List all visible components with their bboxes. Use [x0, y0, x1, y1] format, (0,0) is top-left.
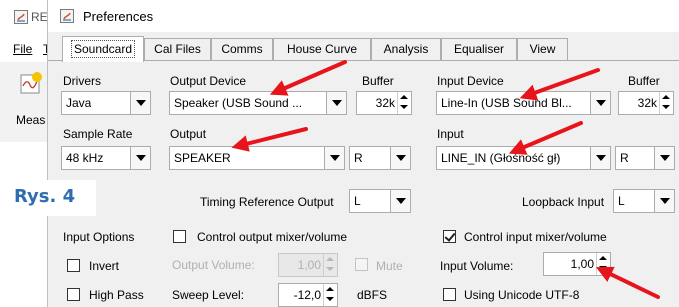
spinner-arrows-icon[interactable] [596, 253, 610, 275]
measure-icon[interactable] [20, 72, 42, 96]
chevron-down-icon[interactable] [390, 147, 410, 169]
measure-toolbar-label: Meas [16, 113, 46, 127]
chevron-down-icon[interactable] [590, 92, 610, 114]
input-volume-spinner[interactable]: 1,00 [543, 252, 611, 276]
output-value: SPEAKER [174, 151, 231, 165]
background-window-title: RE [31, 10, 48, 24]
output-buffer-spinner[interactable]: 32k [356, 91, 412, 115]
input-label: Input [437, 127, 464, 141]
spinner-arrows-icon[interactable] [659, 92, 673, 114]
tab-view[interactable]: View [517, 38, 568, 60]
chevron-down-icon[interactable] [654, 147, 674, 169]
sample-rate-select[interactable]: 48 kHz [61, 146, 151, 170]
input-options-label: Input Options [63, 230, 135, 244]
input-device-value: Line-In (USB Sound Bl... [441, 96, 572, 110]
tab-analysis[interactable]: Analysis [371, 38, 441, 60]
chevron-down-icon[interactable] [324, 147, 344, 169]
loopback-input-label: Loopback Input [522, 195, 605, 209]
output-device-select[interactable]: Speaker (USB Sound ... [169, 91, 347, 115]
preferences-window: Preferences Soundcard Cal Files Comms Ho… [47, 0, 679, 307]
output-channel-select[interactable]: R [349, 146, 411, 170]
timing-reference-value: L [354, 194, 361, 208]
input-device-label: Input Device [437, 74, 504, 88]
chevron-down-icon[interactable] [130, 92, 150, 114]
output-volume-label: Output Volume: [172, 258, 255, 272]
input-volume-label: Input Volume: [440, 259, 514, 273]
chevron-down-icon[interactable] [654, 190, 674, 212]
menu-file[interactable]: File [13, 42, 32, 56]
high-pass-checkbox[interactable] [67, 288, 80, 301]
unicode-checkbox[interactable] [443, 288, 456, 301]
output-buffer-value: 32k [375, 96, 395, 110]
high-pass-label: High Pass [89, 288, 144, 302]
input-volume-value: 1,00 [570, 257, 594, 271]
spinner-arrows-icon[interactable] [323, 254, 337, 276]
input-channel-select[interactable]: R [615, 146, 675, 170]
invert-checkbox[interactable] [67, 259, 80, 272]
output-buffer-label: Buffer [362, 74, 394, 88]
figure-label: Rys. 4 [14, 186, 76, 207]
output-select[interactable]: SPEAKER [169, 146, 345, 170]
loopback-input-value: L [618, 194, 625, 208]
drivers-value: Java [66, 96, 92, 110]
java-app-icon [14, 10, 28, 24]
invert-label: Invert [89, 259, 120, 273]
output-volume-value: 1,00 [297, 258, 321, 272]
tab-cal-files[interactable]: Cal Files [144, 38, 211, 60]
control-output-label: Control output mixer/volume [197, 230, 348, 244]
input-value: LINE_IN (Głośność gł) [441, 151, 561, 165]
control-output-checkbox[interactable] [173, 230, 186, 243]
tab-equaliser[interactable]: Equaliser [441, 38, 517, 60]
input-buffer-spinner[interactable]: 32k [618, 91, 674, 115]
sweep-level-unit: dBFS [357, 288, 388, 302]
mute-label: Mute [376, 259, 403, 273]
tab-house-curve[interactable]: House Curve [273, 38, 371, 60]
spinner-arrows-icon[interactable] [397, 92, 411, 114]
chevron-down-icon[interactable] [390, 190, 410, 212]
drivers-label: Drivers [63, 74, 101, 88]
timing-reference-label: Timing Reference Output [200, 195, 334, 209]
output-volume-spinner[interactable]: 1,00 [278, 253, 338, 277]
window-title: Preferences [83, 9, 154, 24]
drivers-select[interactable]: Java [61, 91, 151, 115]
sweep-level-spinner[interactable]: -12,0 [278, 283, 338, 307]
loopback-input-select[interactable]: L [613, 189, 675, 213]
java-app-icon [60, 9, 74, 23]
tab-soundcard[interactable]: Soundcard [62, 36, 144, 62]
input-channel-value: R [620, 151, 629, 165]
chevron-down-icon[interactable] [326, 92, 346, 114]
input-buffer-value: 32k [637, 96, 657, 110]
mute-checkbox[interactable] [355, 258, 368, 271]
timing-reference-select[interactable]: L [349, 189, 411, 213]
spinner-arrows-icon[interactable] [323, 284, 337, 306]
sweep-level-value: -12,0 [293, 288, 321, 302]
sweep-level-label: Sweep Level: [172, 288, 245, 302]
output-label: Output [170, 127, 207, 141]
control-input-label: Control input mixer/volume [464, 230, 607, 244]
sample-rate-value: 48 kHz [66, 151, 104, 165]
input-buffer-label: Buffer [628, 74, 660, 88]
tab-comms[interactable]: Comms [211, 38, 273, 60]
output-device-value: Speaker (USB Sound ... [174, 96, 303, 110]
input-select[interactable]: LINE_IN (Głośność gł) [436, 146, 611, 170]
control-input-checkbox[interactable] [443, 230, 456, 243]
chevron-down-icon[interactable] [130, 147, 150, 169]
unicode-label: Using Unicode UTF-8 [464, 288, 580, 302]
chevron-down-icon[interactable] [590, 147, 610, 169]
output-device-label: Output Device [170, 74, 247, 88]
sample-rate-label: Sample Rate [63, 127, 133, 141]
input-device-select[interactable]: Line-In (USB Sound Bl... [436, 91, 611, 115]
output-channel-value: R [354, 151, 363, 165]
